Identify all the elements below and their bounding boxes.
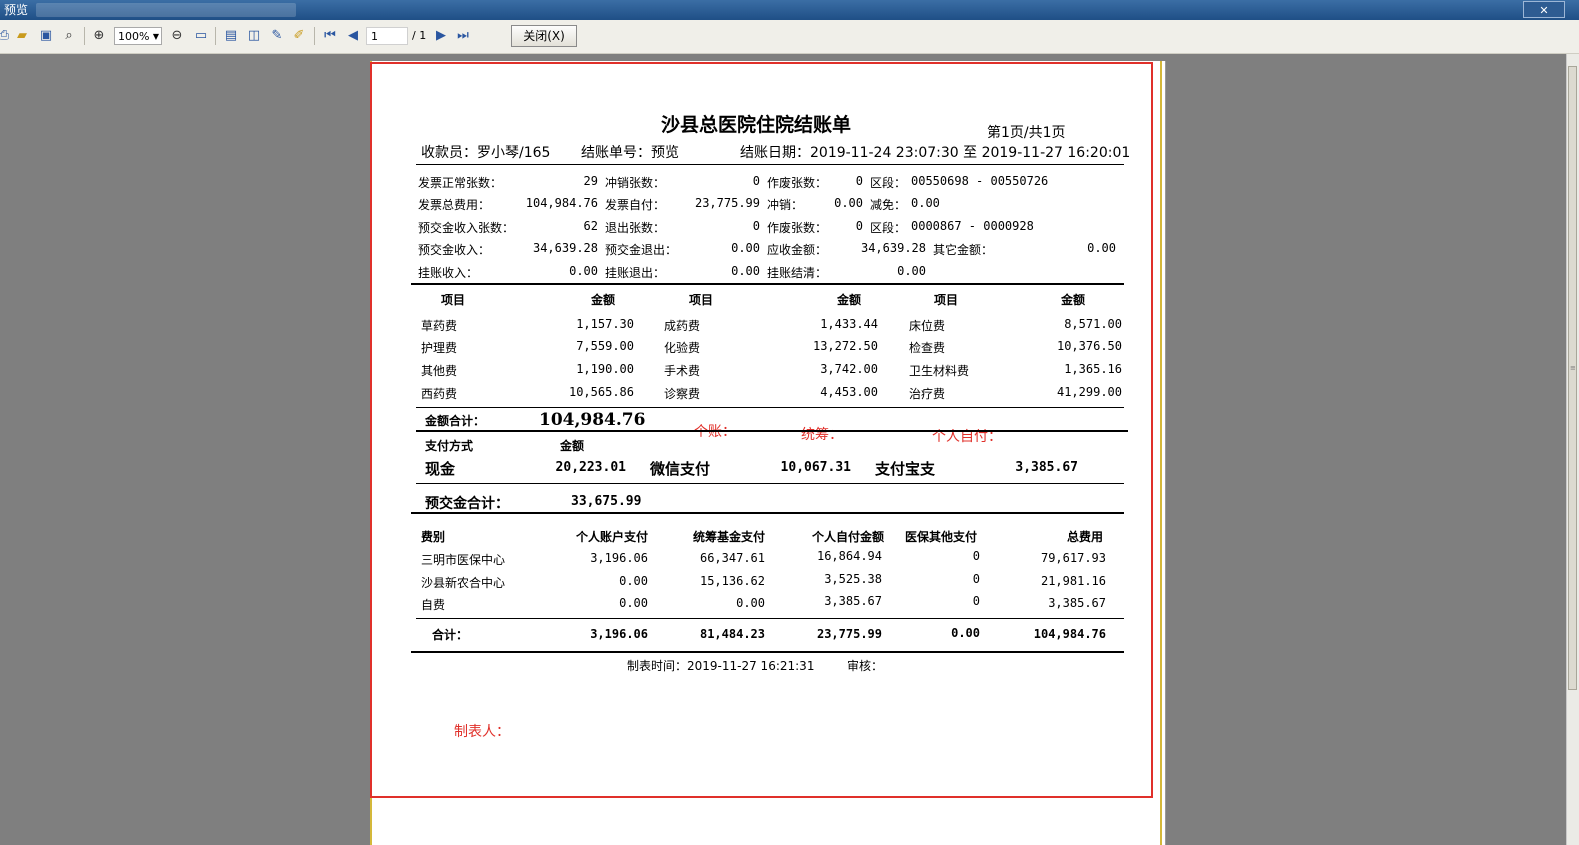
- last-page-icon[interactable]: ⏭: [455, 28, 471, 44]
- highlight-box: [370, 62, 1153, 798]
- scroll-grip-icon: ≡: [1570, 364, 1576, 372]
- page-border-right: [1160, 61, 1162, 845]
- page-setup-icon[interactable]: ✎: [269, 28, 285, 44]
- next-page-icon[interactable]: ▶: [433, 28, 449, 44]
- window-title: 预览: [4, 3, 29, 17]
- edit-icon[interactable]: ✐: [291, 28, 307, 44]
- save-icon[interactable]: ▣: [38, 28, 54, 44]
- prev-page-icon[interactable]: ◀: [345, 28, 361, 44]
- find-icon[interactable]: ⌕: [61, 28, 77, 44]
- preview-toolbar: ⎙ ▰ ▣ ⌕ ⊕ 100% ▼ ⊖ ▭ ▤ ◫ ✎ ✐ ⏮ ◀ 1 / 1 ▶…: [0, 20, 1579, 54]
- zoom-in-icon[interactable]: ⊕: [91, 28, 107, 44]
- two-page-icon[interactable]: ◫: [246, 28, 262, 44]
- toolbar-separator: [314, 27, 315, 45]
- close-button[interactable]: 关闭(X): [511, 25, 577, 47]
- zoom-out-icon[interactable]: ⊖: [169, 28, 185, 44]
- single-page-icon[interactable]: ▤: [223, 28, 239, 44]
- fit-page-icon[interactable]: ▭: [193, 28, 209, 44]
- window-titlebar: 预览 ✕: [0, 0, 1579, 20]
- page-number-input[interactable]: 1: [366, 27, 408, 45]
- page-total: / 1: [412, 29, 427, 42]
- close-window-button[interactable]: ✕: [1523, 1, 1565, 18]
- chevron-down-icon: ▼: [152, 32, 159, 41]
- zoom-value: 100%: [118, 30, 150, 43]
- vertical-scrollbar[interactable]: ≡: [1566, 54, 1579, 845]
- first-page-icon[interactable]: ⏮: [322, 28, 338, 44]
- toolbar-separator: [215, 27, 216, 45]
- window-title-redacted: [36, 3, 296, 17]
- print-icon[interactable]: ⎙: [0, 28, 12, 44]
- zoom-select[interactable]: 100% ▼: [114, 27, 162, 45]
- open-folder-icon[interactable]: ▰: [14, 28, 30, 44]
- toolbar-separator: [84, 27, 85, 45]
- scrollbar-thumb[interactable]: ≡: [1568, 66, 1577, 690]
